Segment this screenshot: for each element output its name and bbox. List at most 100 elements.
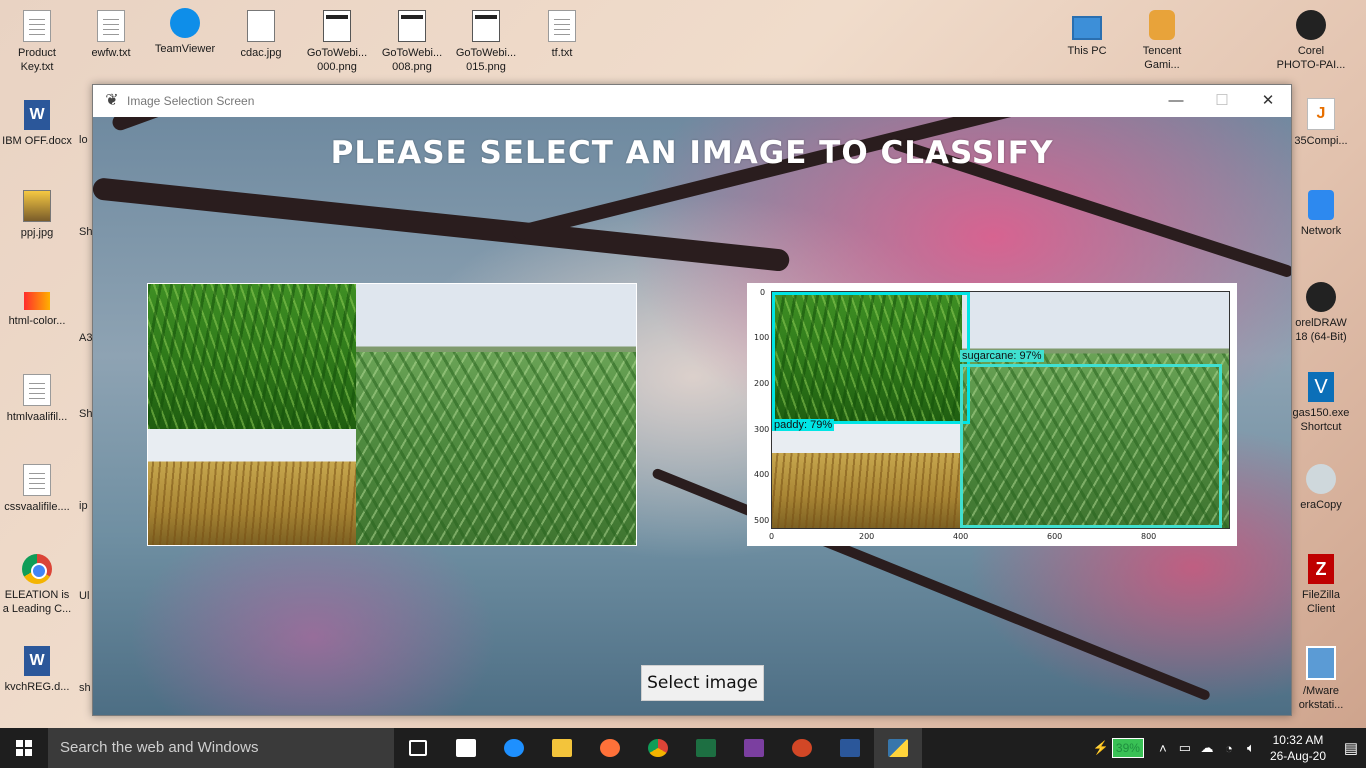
word-doc-icon: W: [24, 100, 50, 130]
x-tick-label: 600: [1047, 532, 1063, 541]
this-pc-icon: [1072, 16, 1102, 40]
firefox-icon: [600, 739, 620, 757]
page-heading: PLEASE SELECT AN IMAGE TO CLASSIFY: [330, 135, 1054, 171]
clock-date: 26-Aug-20: [1269, 749, 1326, 763]
x-tick-label: 200: [859, 532, 875, 541]
taskbar-search-box[interactable]: Search the web and Windows: [48, 728, 394, 768]
chrome-shortcut-icon: [22, 554, 52, 584]
desktop-icon-gas150[interactable]: V gas150.exe Shortcut: [1288, 372, 1354, 434]
taskbar-python[interactable]: [874, 728, 922, 768]
paddy-detection-label: paddy: 79%: [772, 419, 835, 431]
clock[interactable]: 10:32 AM 26-Aug-20: [1270, 732, 1326, 764]
desktop-icon-gotowebi-015[interactable]: GoToWebi... 015.png: [451, 10, 521, 74]
taskbar-onenote[interactable]: [730, 728, 778, 768]
taskbar-word[interactable]: [826, 728, 874, 768]
paddy-green-image: [148, 284, 356, 429]
network-tray-icon[interactable]: ▭: [1174, 740, 1196, 756]
desktop-icon-filezilla[interactable]: Z FileZilla Client: [1290, 554, 1352, 616]
feather-app-icon: ❦: [105, 92, 119, 109]
desktop-icon-kvchreg[interactable]: W kvchREG.d...: [2, 646, 72, 694]
desktop-icon-htmlvaalifil[interactable]: htmlvaalifil...: [2, 374, 72, 424]
taskbar-excel[interactable]: [682, 728, 730, 768]
desktop-icon-label: GoToWebi... 008.png: [381, 47, 443, 73]
screenshot-file-icon: [472, 10, 500, 42]
select-image-button[interactable]: Select image: [641, 665, 764, 701]
image-file-icon: [24, 292, 50, 310]
screenshot-file-icon: [323, 10, 351, 42]
battery-plug-icon[interactable]: ⚡: [1090, 740, 1112, 756]
desktop-icon-35compi[interactable]: J 35Compi...: [1290, 98, 1352, 148]
text-file-icon: [23, 374, 51, 406]
network-icon: [1308, 190, 1334, 220]
taskbar-powerpoint[interactable]: [778, 728, 826, 768]
y-tick-label: 400: [754, 470, 770, 479]
desktop-icon-coreldraw[interactable]: orelDRAW 18 (64-Bit): [1290, 282, 1352, 344]
desktop-icon-label: Product Key.txt: [18, 47, 56, 73]
desktop-icon-teamviewer[interactable]: TeamViewer: [150, 8, 220, 56]
taskbar-store[interactable]: [442, 728, 490, 768]
desktop-icon-gotowebi-000[interactable]: GoToWebi... 000.png: [302, 10, 372, 74]
desktop-icon-html-color[interactable]: html-color...: [2, 284, 72, 328]
desktop-icon-eleation[interactable]: ELEATION is a Leading C...: [2, 554, 72, 616]
volume-icon[interactable]: 🔈︎: [1240, 740, 1262, 756]
desktop-icon-product-key[interactable]: Product Key.txt: [2, 10, 72, 74]
chevron-up-icon[interactable]: ˄: [1152, 741, 1174, 756]
partial-desktop-label: Sh: [79, 226, 93, 238]
start-button[interactable]: [0, 728, 48, 768]
desktop-icon-this-pc[interactable]: This PC: [1052, 10, 1122, 58]
java-icon: J: [1307, 98, 1335, 130]
partial-desktop-label: A3: [79, 332, 93, 344]
battery-indicator[interactable]: 39%: [1111, 738, 1144, 758]
desktop-icon-teracopy[interactable]: eraCopy: [1290, 464, 1352, 512]
notifications-icon[interactable]: ▤: [1336, 739, 1366, 757]
x-tick-label: 800: [1141, 532, 1157, 541]
minimize-button[interactable]: —: [1153, 85, 1199, 117]
sugarcane-field-image: [356, 284, 636, 545]
desktop-icon-label: htmlvaalifil...: [6, 411, 68, 423]
desktop-icon-vmware[interactable]: /Mware orkstati...: [1290, 646, 1352, 712]
desktop-icon-ibm-off[interactable]: W IBM OFF.docx: [2, 100, 72, 148]
desktop-icon-tencent[interactable]: Tencent Gami...: [1127, 10, 1197, 72]
word-doc-icon: W: [24, 646, 50, 676]
chrome-icon: [648, 739, 668, 757]
taskbar-edge[interactable]: [490, 728, 538, 768]
paddy-golden-image: [148, 429, 356, 545]
system-tray: ⚡ 39% ˄ ▭ ☁ ◔ 🔈︎ 10:32 AM 26-Aug-20 ▤: [1090, 728, 1366, 768]
desktop-icon-gotowebi-008[interactable]: GoToWebi... 008.png: [377, 10, 447, 74]
desktop-icon-tf[interactable]: tf.txt: [527, 10, 597, 60]
taskbar-chrome[interactable]: [634, 728, 682, 768]
y-tick-label: 0: [760, 288, 766, 297]
y-tick-label: 200: [754, 379, 770, 388]
desktop-icon-cdac[interactable]: cdac.jpg: [226, 10, 296, 60]
partial-desktop-label: ip: [79, 500, 88, 512]
x-tick-label: 0: [769, 532, 775, 541]
desktop-icon-corel-photo-paint[interactable]: Corel PHOTO-PAI...: [1276, 10, 1346, 72]
x-tick-label: 400: [953, 532, 969, 541]
taskbar-file-explorer[interactable]: [538, 728, 586, 768]
tencent-gaming-icon: [1149, 10, 1175, 40]
text-file-icon: [23, 464, 51, 496]
y-tick-label: 300: [754, 425, 770, 434]
desktop-icon-label: GoToWebi... 015.png: [455, 47, 517, 73]
taskbar-firefox[interactable]: [586, 728, 634, 768]
desktop-icon-label: IBM OFF.docx: [2, 135, 72, 147]
wifi-icon[interactable]: ◔: [1218, 741, 1240, 756]
image-selection-window: ❦ Image Selection Screen — ☐ ✕ PLEASE SE…: [92, 84, 1292, 716]
cloud-icon[interactable]: ☁: [1196, 740, 1218, 756]
python-icon: [888, 739, 908, 757]
paddy-detection-box: [772, 292, 970, 424]
desktop-icon-label: This PC: [1067, 45, 1107, 57]
window-titlebar[interactable]: ❦ Image Selection Screen — ☐ ✕: [93, 85, 1291, 117]
task-view-button[interactable]: [394, 728, 442, 768]
app-shortcut-icon: V: [1308, 372, 1334, 402]
maximize-button[interactable]: ☐: [1199, 85, 1245, 117]
partial-desktop-label: Sh: [79, 408, 93, 420]
image-file-icon: [23, 190, 51, 222]
desktop-icon-network[interactable]: Network: [1290, 190, 1352, 238]
desktop-icon-ewfw[interactable]: ewfw.txt: [76, 10, 146, 60]
desktop-icon-cssvaalifile[interactable]: cssvaalifile....: [2, 464, 72, 514]
clock-time: 10:32 AM: [1272, 733, 1324, 747]
desktop-icon-ppj[interactable]: ppj.jpg: [2, 190, 72, 240]
close-button[interactable]: ✕: [1245, 85, 1291, 117]
vmware-icon: [1306, 646, 1336, 680]
